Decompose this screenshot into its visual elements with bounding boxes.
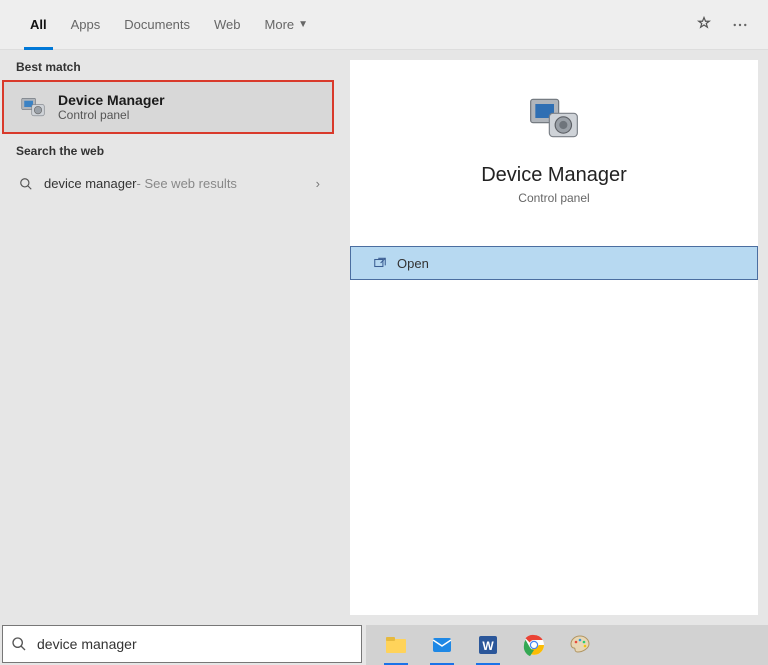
tab-label: Apps (71, 17, 101, 32)
tab-label: All (30, 17, 47, 32)
feedback-icon[interactable] (686, 7, 722, 43)
search-icon (16, 177, 36, 191)
search-web-result[interactable]: device manager - See web results › (0, 164, 336, 203)
chevron-right-icon: › (316, 176, 320, 191)
svg-text:W: W (482, 639, 494, 653)
tab-label: Documents (124, 17, 190, 32)
search-scope-tabs: All Apps Documents Web More▼ (0, 0, 768, 50)
device-manager-icon (18, 92, 48, 122)
preview-title: Device Manager (350, 164, 758, 187)
result-title: Device Manager (58, 92, 165, 108)
open-label: Open (397, 256, 429, 271)
tab-web[interactable]: Web (202, 0, 253, 50)
preview-card: Device Manager Control panel Open (350, 60, 758, 615)
tab-documents[interactable]: Documents (112, 0, 202, 50)
search-web-heading: Search the web (0, 134, 336, 164)
search-box[interactable] (2, 625, 362, 663)
results-panel: Best match Device Manager Control panel … (0, 50, 336, 625)
preview-subtitle: Control panel (350, 191, 758, 205)
taskbar-paint[interactable] (566, 631, 594, 659)
tab-apps[interactable]: Apps (59, 0, 113, 50)
tab-more[interactable]: More▼ (253, 0, 321, 50)
open-button[interactable]: Open (350, 246, 758, 280)
best-match-result[interactable]: Device Manager Control panel (2, 80, 334, 134)
best-match-heading: Best match (0, 50, 336, 80)
search-input[interactable] (35, 635, 353, 653)
taskbar-mail[interactable] (428, 631, 456, 659)
chevron-down-icon: ▼ (298, 19, 308, 30)
device-manager-icon (526, 90, 582, 146)
more-options-icon[interactable] (722, 7, 758, 43)
tab-label: Web (214, 17, 241, 32)
web-query-text: device manager (44, 176, 137, 191)
tab-all[interactable]: All (18, 0, 59, 50)
web-suffix-text: - See web results (137, 176, 237, 191)
taskbar-chrome[interactable] (520, 631, 548, 659)
search-icon (11, 636, 27, 652)
tab-label: More (265, 17, 295, 32)
best-match-text: Device Manager Control panel (58, 92, 165, 122)
open-icon (373, 256, 387, 270)
taskbar-word[interactable]: W (474, 631, 502, 659)
taskbar: W (366, 625, 768, 665)
taskbar-file-explorer[interactable] (382, 631, 410, 659)
result-subtitle: Control panel (58, 108, 165, 122)
